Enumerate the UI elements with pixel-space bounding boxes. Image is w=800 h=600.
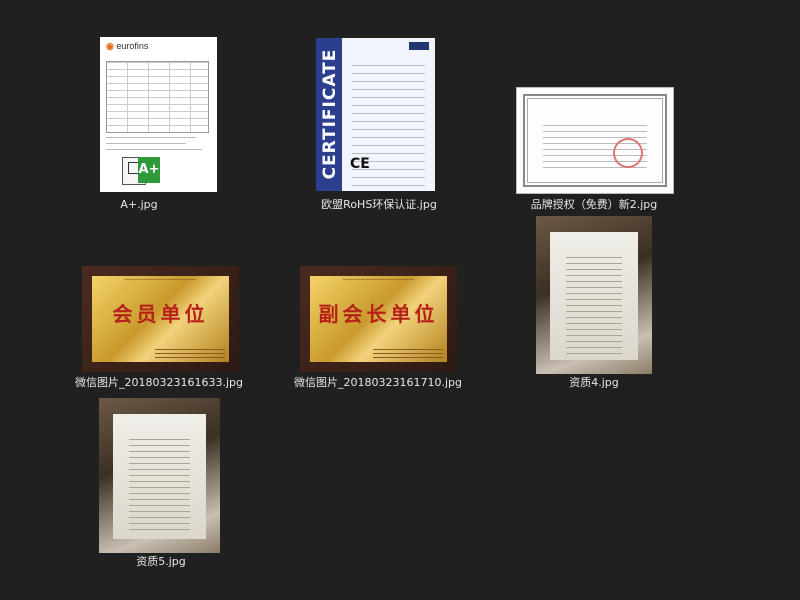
file-item[interactable]: 资质4.jpg <box>494 214 694 389</box>
file-name[interactable]: A+.jpg <box>39 198 239 212</box>
file-item[interactable]: 品牌授权（免费）新2.jpg <box>494 35 694 211</box>
file-name[interactable]: 资质5.jpg <box>61 555 261 569</box>
certificate-band: CERTIFICATE <box>316 38 342 191</box>
file-name[interactable]: 微信图片_20180323161710.jpg <box>278 376 478 390</box>
file-thumbnail[interactable]: ———————————— 副会长单位 <box>300 266 457 372</box>
file-name[interactable]: 资质4.jpg <box>494 376 694 390</box>
file-item[interactable]: CERTIFICATE CE 欧盟RoHS环保认证.jpg <box>279 35 479 211</box>
plaque-title: 会员单位 <box>112 302 209 326</box>
framed-certificate <box>113 414 206 539</box>
file-name[interactable]: 微信图片_20180323161633.jpg <box>59 376 259 390</box>
plaque-title: 副会长单位 <box>318 302 439 326</box>
framed-certificate <box>550 232 638 360</box>
file-thumbnail[interactable]: CERTIFICATE CE <box>316 38 435 191</box>
file-thumbnail[interactable]: ◉ eurofins A+ <box>100 37 217 192</box>
file-thumbnail[interactable]: ———————————— 会员单位 <box>82 266 239 372</box>
seal-icon <box>613 138 643 168</box>
rating-badge: A+ <box>138 157 160 183</box>
file-item[interactable]: 资质5.jpg <box>61 396 261 568</box>
file-thumbnail[interactable] <box>516 87 674 194</box>
file-name[interactable]: 欧盟RoHS环保认证.jpg <box>279 198 479 212</box>
brand-logo: ◉ eurofins <box>106 41 149 51</box>
plaque-footer <box>373 346 443 360</box>
plaque-caption: ———————————— <box>124 276 197 283</box>
ce-mark-icon: CE <box>350 156 370 172</box>
file-item[interactable]: ———————————— 会员单位 微信图片_20180323161633.jp… <box>59 222 259 389</box>
file-thumbnail[interactable] <box>536 216 652 374</box>
file-item[interactable]: ———————————— 副会长单位 微信图片_20180323161710.j… <box>278 222 478 389</box>
brand-logo <box>409 42 429 50</box>
plaque-caption: ———————————— <box>342 276 415 283</box>
file-thumbnail[interactable] <box>99 398 220 553</box>
document-table <box>106 61 209 133</box>
plaque-footer <box>155 346 225 360</box>
file-item[interactable]: ◉ eurofins A+ A+.jpg <box>39 35 239 211</box>
file-name[interactable]: 品牌授权（免费）新2.jpg <box>494 198 694 212</box>
